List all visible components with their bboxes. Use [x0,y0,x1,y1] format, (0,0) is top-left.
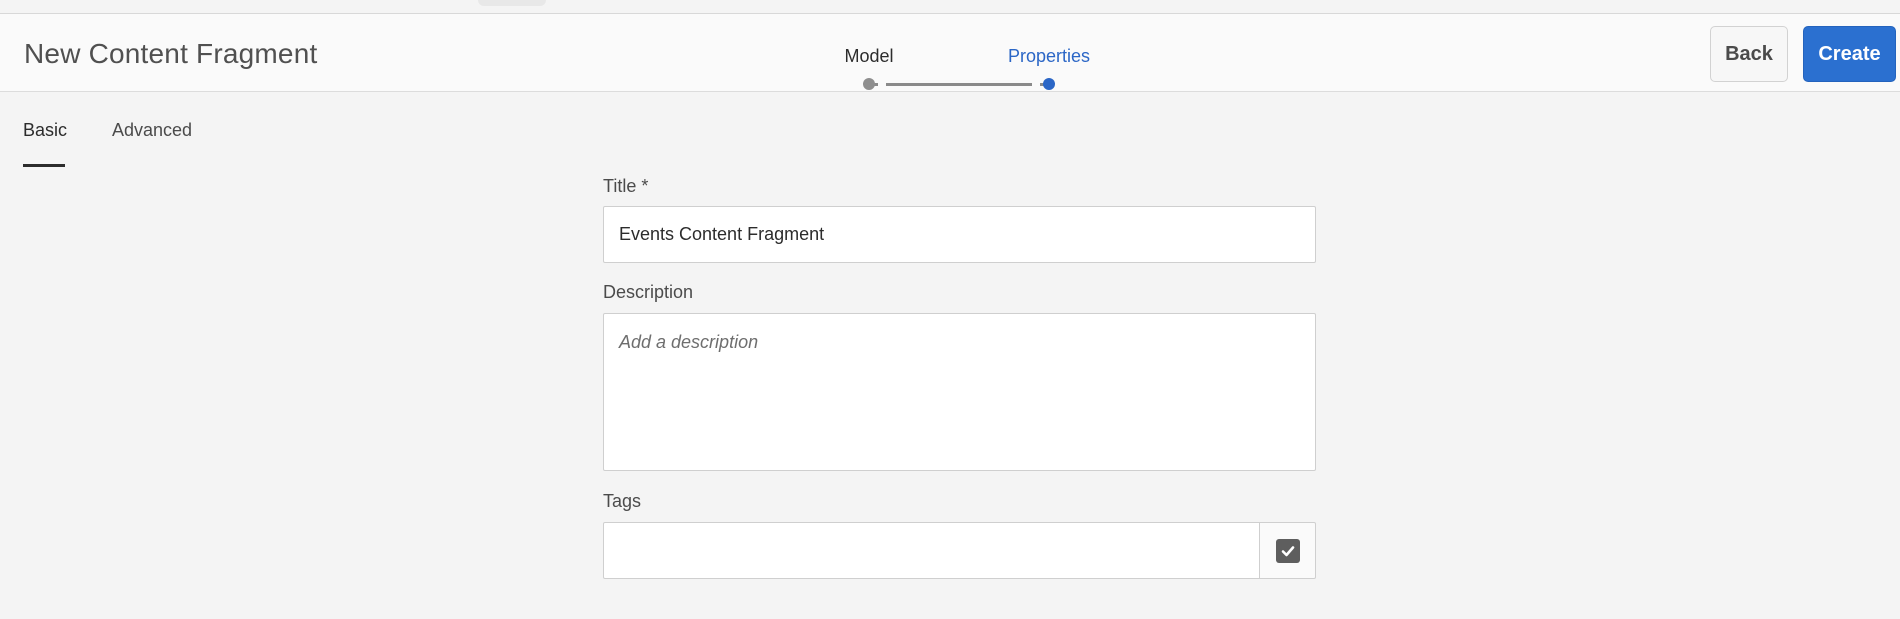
top-strip [0,0,1900,14]
step-properties-dot [1043,78,1055,90]
tags-field [603,522,1316,579]
create-button[interactable]: Create [1803,26,1896,82]
header-bar: New Content Fragment Model Properties Ba… [0,14,1900,92]
title-label: Title * [603,176,649,196]
tab-basic[interactable]: Basic [23,120,67,141]
checkbox-checked-icon [1275,538,1300,563]
tab-selected-indicator [23,164,65,167]
tab-advanced[interactable]: Advanced [112,120,192,141]
tags-label: Tags [603,491,642,511]
step-properties-label: Properties [1007,46,1091,66]
step-model-label: Model [844,46,894,66]
wizard-stepper: Model Properties [820,28,1100,90]
description-label: Description [603,282,694,302]
page: New Content Fragment Model Properties Ba… [0,0,1900,619]
step-track [869,83,1049,86]
tags-input[interactable] [603,522,1260,579]
step-model-dot [863,78,875,90]
back-button[interactable]: Back [1710,26,1788,82]
top-tab-stub [478,0,546,6]
title-input[interactable] [603,206,1316,263]
page-title: New Content Fragment [24,38,318,69]
tags-picker-button[interactable] [1259,522,1316,579]
tab-list: Basic Advanced [0,92,400,172]
description-textarea[interactable] [603,313,1316,471]
